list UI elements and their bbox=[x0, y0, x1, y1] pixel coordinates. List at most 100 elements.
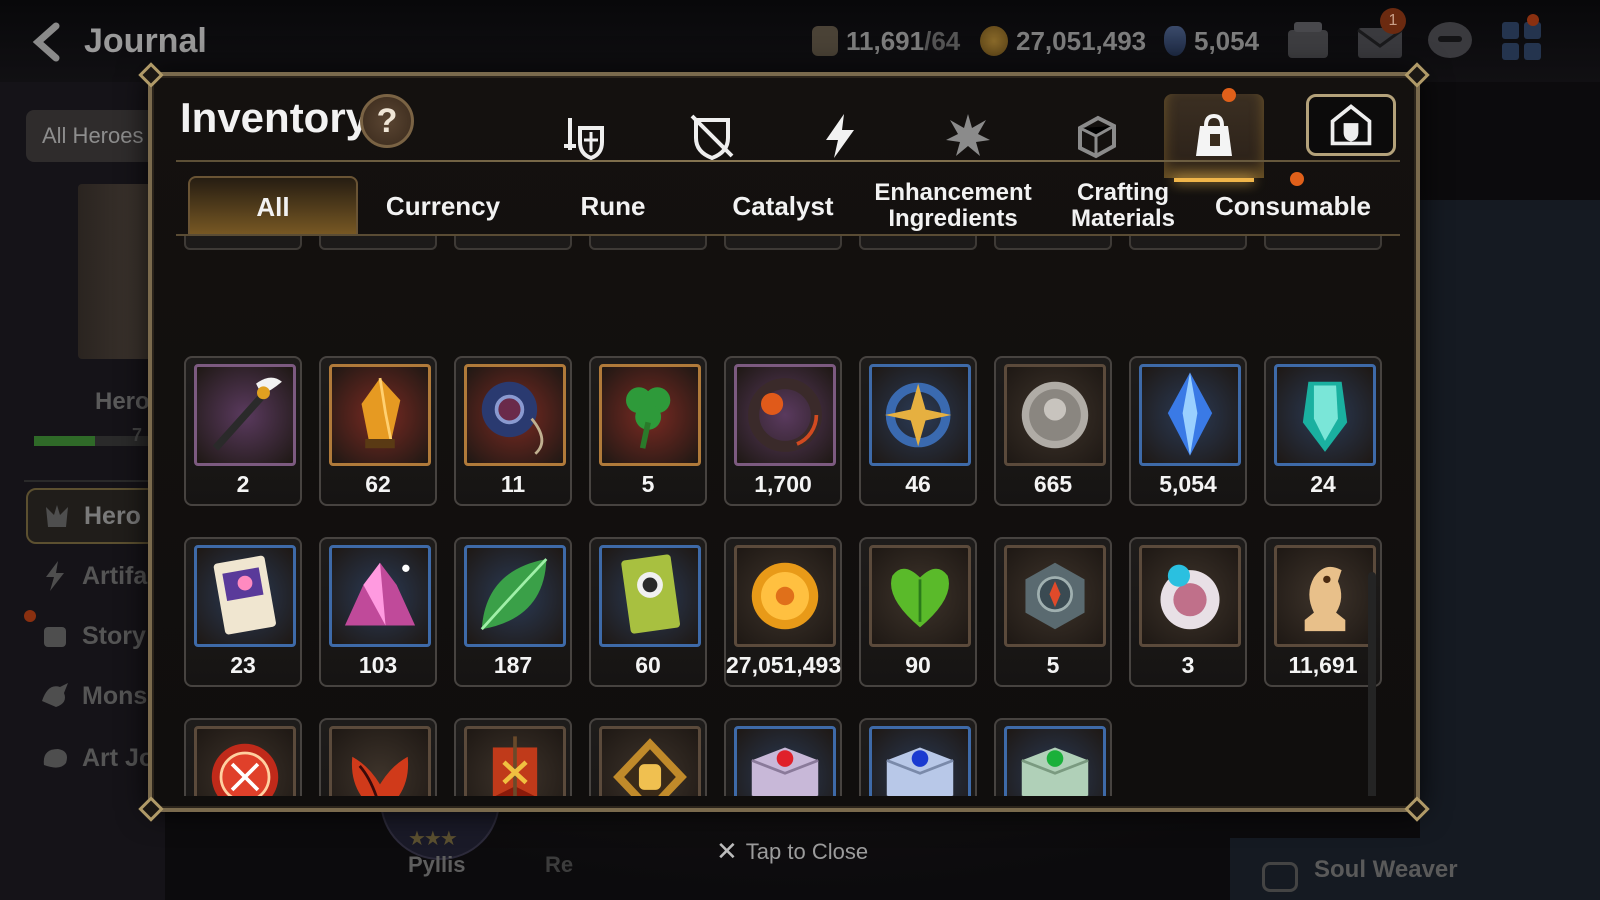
soul-weaver-button[interactable]: Soul Weaver bbox=[1230, 838, 1600, 900]
bottom-hero-name-2: Re bbox=[545, 852, 574, 877]
item-icon-frame bbox=[599, 364, 701, 466]
skystone-resource[interactable]: 11,691/64 bbox=[812, 24, 960, 58]
gold-resource[interactable]: 27,051,493 bbox=[980, 24, 1146, 58]
item-slot[interactable]: 2,310 bbox=[589, 718, 707, 796]
subtab-crafting-materials[interactable]: Crafting Materials bbox=[1038, 176, 1208, 236]
item-slot[interactable]: 5 bbox=[454, 718, 572, 796]
item-quantity: 2 bbox=[236, 471, 250, 497]
item-slot[interactable]: 187 bbox=[454, 537, 572, 687]
bag-icon bbox=[1196, 113, 1232, 156]
tab-artifacts[interactable] bbox=[662, 94, 762, 178]
bottom-hero-name: Pyllis bbox=[408, 852, 466, 877]
nav-item-label: Story bbox=[82, 621, 146, 650]
item-slot[interactable]: 3 bbox=[859, 718, 977, 796]
tab-misc[interactable] bbox=[1046, 94, 1146, 178]
item-slot[interactable]: 3 bbox=[994, 718, 1112, 796]
item-slot-partial[interactable] bbox=[454, 236, 572, 250]
spiky-star-icon bbox=[946, 114, 990, 156]
item-slot-partial[interactable] bbox=[1129, 236, 1247, 250]
item-slot-partial[interactable] bbox=[724, 236, 842, 250]
item-quantity: 5,054 bbox=[1159, 471, 1217, 497]
subtab-catalyst[interactable]: Catalyst bbox=[698, 176, 868, 236]
nav-item-art-jo[interactable]: Art Jo bbox=[26, 730, 166, 786]
item-slot-partial[interactable] bbox=[184, 236, 302, 250]
crystal-resource[interactable]: 5,054 bbox=[1164, 24, 1259, 58]
pink-crystal-cluster-icon bbox=[344, 562, 416, 626]
weapon-armor-icon bbox=[564, 118, 604, 161]
item-slot[interactable]: 103 bbox=[319, 537, 437, 687]
item-slot[interactable]: 11 bbox=[454, 356, 572, 506]
item-slot[interactable]: 11,691 bbox=[1264, 537, 1382, 687]
item-slot-partial[interactable] bbox=[859, 236, 977, 250]
item-slot[interactable]: 3 bbox=[184, 718, 302, 796]
item-slot[interactable]: 1,331 bbox=[319, 718, 437, 796]
item-slot[interactable]: 5,054 bbox=[1129, 356, 1247, 506]
item-grid[interactable]: 2 62 11 5 1,700 46 665 5,054 24 23 103 187 60 27,051,… bbox=[176, 236, 1392, 796]
item-slot-partial[interactable] bbox=[589, 236, 707, 250]
tap-to-close[interactable]: ✕ Tap to Close bbox=[716, 836, 868, 867]
item-icon-frame bbox=[329, 364, 431, 466]
nav-item-mons[interactable]: Mons bbox=[26, 668, 166, 724]
item-slot[interactable]: 5 bbox=[994, 537, 1112, 687]
shop-icon[interactable] bbox=[1282, 18, 1334, 64]
tab-items[interactable] bbox=[1164, 94, 1264, 182]
scrollbar[interactable] bbox=[1368, 572, 1376, 796]
items-notification-dot bbox=[1222, 88, 1236, 102]
gold-amount: 27,051,493 bbox=[1016, 25, 1147, 56]
subtab-enhancement-ingredients[interactable]: Enhancement Ingredients bbox=[868, 176, 1038, 236]
item-slot-partial[interactable] bbox=[994, 236, 1112, 250]
teal-gem-icon bbox=[1302, 381, 1348, 452]
item-slot[interactable]: 5 bbox=[589, 356, 707, 506]
item-slot[interactable]: 27,051,493 bbox=[724, 537, 842, 687]
item-slot[interactable]: 665 bbox=[994, 356, 1112, 506]
red-seal-badge-icon bbox=[211, 743, 279, 796]
item-slot[interactable]: 24 bbox=[1264, 356, 1382, 506]
item-slot-partial[interactable] bbox=[1264, 236, 1382, 250]
subtab-all[interactable]: All bbox=[188, 176, 358, 236]
item-icon-frame bbox=[1004, 726, 1106, 796]
item-slot[interactable]: 1,700 bbox=[724, 356, 842, 506]
nav-item-hero[interactable]: Hero bbox=[26, 488, 166, 544]
item-icon-frame bbox=[1274, 545, 1376, 647]
item-slot[interactable]: 60 bbox=[589, 537, 707, 687]
tab-skills[interactable] bbox=[790, 94, 890, 178]
back-arrow-icon[interactable] bbox=[26, 20, 70, 64]
item-icon-frame bbox=[329, 545, 431, 647]
guardian-button[interactable] bbox=[1306, 94, 1396, 156]
war-banner-icon bbox=[492, 736, 538, 796]
feather-wand-icon bbox=[212, 377, 282, 451]
item-slot[interactable]: 23 bbox=[184, 537, 302, 687]
tab-equipment[interactable] bbox=[534, 94, 634, 178]
nav-item-label: Art Jo bbox=[82, 743, 155, 772]
item-icon-frame bbox=[464, 364, 566, 466]
item-slot-partial[interactable] bbox=[319, 236, 437, 250]
item-slot[interactable]: 46 bbox=[859, 356, 977, 506]
green-ticket-icon bbox=[621, 554, 680, 634]
subtab-rune[interactable]: Rune bbox=[528, 176, 698, 236]
item-slot[interactable]: 3 bbox=[1129, 537, 1247, 687]
chat-icon[interactable] bbox=[1424, 18, 1476, 64]
tab-hero-parts[interactable] bbox=[918, 94, 1018, 178]
item-slot[interactable]: 62 bbox=[319, 356, 437, 506]
nav-item-artifa[interactable]: Artifa bbox=[26, 548, 166, 604]
help-button[interactable]: ? bbox=[360, 94, 414, 148]
item-quantity: 46 bbox=[905, 471, 931, 497]
item-icon-frame bbox=[869, 364, 971, 466]
robot-pet-icon bbox=[1160, 564, 1220, 630]
item-quantity: 1,700 bbox=[754, 471, 812, 497]
item-slot[interactable]: 3 bbox=[724, 718, 842, 796]
hero-progress-bar bbox=[34, 436, 164, 446]
item-icon-frame bbox=[1004, 364, 1106, 466]
clover-charm-icon bbox=[626, 387, 671, 449]
item-icon-frame bbox=[599, 545, 701, 647]
menu-grid-icon[interactable] bbox=[1496, 18, 1548, 64]
star-charm-icon bbox=[884, 382, 952, 448]
subtab-currency[interactable]: Currency bbox=[358, 176, 528, 236]
nav-item-story[interactable]: Story bbox=[26, 608, 166, 664]
blue-ticket-icon bbox=[213, 555, 276, 635]
item-slot[interactable]: 90 bbox=[859, 537, 977, 687]
item-slot[interactable]: 2 bbox=[184, 356, 302, 506]
hero-progress-fill bbox=[34, 436, 96, 446]
shield-crossed-icon bbox=[690, 114, 734, 161]
green-leaf-icon bbox=[480, 558, 548, 631]
